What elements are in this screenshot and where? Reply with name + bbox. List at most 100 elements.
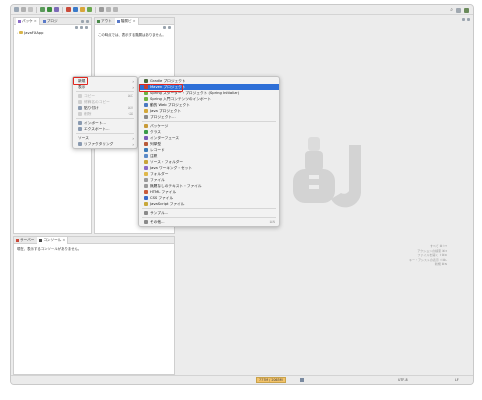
menu-item-label: インポート... <box>84 120 106 125</box>
open-type-icon[interactable] <box>80 7 85 12</box>
menu-item-label: Spring スターター・プロジェクト (Spring Initializr) <box>150 90 240 95</box>
context-menu-item[interactable]: リファクタリング › <box>73 141 137 147</box>
menu-item-icon <box>144 148 148 152</box>
menu-item-label: 表示 <box>78 84 86 89</box>
menu-item-label: 無題なしのテキスト・ファイル <box>150 183 202 188</box>
tab-hierarchy[interactable]: 階層ビ × <box>114 17 139 25</box>
menu-item-icon <box>144 79 148 83</box>
tab-label: プロジ <box>46 18 58 23</box>
new-package-icon[interactable] <box>87 7 92 12</box>
submenu-item[interactable]: その他... ⌘N <box>139 219 279 225</box>
debug-icon[interactable] <box>40 7 45 12</box>
menu-item-label: ソース <box>78 135 89 140</box>
tab-console[interactable]: コンソール × <box>37 236 69 244</box>
outline-tabbar: アウト 階層ビ × <box>95 17 174 25</box>
new-icon[interactable] <box>14 7 19 12</box>
menu-item-icon <box>78 112 82 116</box>
search-icon[interactable] <box>99 7 104 12</box>
menu-item-icon <box>144 136 148 140</box>
minimize-icon[interactable] <box>81 19 84 23</box>
menu-separator <box>142 217 276 218</box>
menu-item-icon <box>144 124 148 128</box>
link-editor-icon[interactable] <box>80 26 83 29</box>
menu-item-icon <box>144 178 148 182</box>
menu-item-label: エクスポート... <box>84 126 110 131</box>
menu-item-shortcut: ⌘N <box>269 220 275 224</box>
view-menu-icon[interactable] <box>163 26 166 29</box>
menu-item-label: 動的 Web プロジェクト <box>150 102 190 107</box>
forward-icon[interactable] <box>113 7 118 12</box>
hint-key: ⇧⌘R <box>439 253 447 258</box>
chevron-right-icon[interactable]: › <box>17 31 18 35</box>
minimize-icon[interactable] <box>168 26 171 29</box>
menu-item-label: 注釈 <box>150 153 158 158</box>
server-icon <box>16 238 19 242</box>
submenu-item[interactable]: サンプル... <box>139 210 279 216</box>
close-icon[interactable]: × <box>34 19 37 23</box>
hint-label: 新規 <box>434 262 441 267</box>
console-tabbar: サーバー コンソール × <box>14 236 174 244</box>
tree-item-project[interactable]: › JavaFXApp <box>14 30 91 35</box>
maximize-icon[interactable] <box>86 19 89 23</box>
package-explorer-tabbar: パッケ × プロジ <box>14 17 91 25</box>
menu-item-icon <box>144 97 148 101</box>
external-tools-icon[interactable] <box>54 7 59 12</box>
perspective-icon[interactable] <box>456 7 461 13</box>
menu-item-label: 修飾名のコピー <box>84 99 110 104</box>
maximize-icon[interactable] <box>467 18 470 21</box>
menu-item-label: その他... <box>150 219 165 224</box>
trash-icon[interactable] <box>300 378 304 382</box>
tab-label: アウト <box>101 18 112 23</box>
line-ending-label[interactable]: LF <box>455 378 459 382</box>
java-perspective-icon[interactable] <box>464 7 469 13</box>
menu-item-icon <box>144 142 148 146</box>
project-explorer-icon <box>42 19 46 23</box>
close-icon[interactable]: × <box>133 19 136 23</box>
submenu-item[interactable]: JavaScript ファイル <box>139 201 279 207</box>
hierarchy-icon <box>116 19 120 23</box>
tab-project-explorer[interactable]: プロジ <box>42 18 58 24</box>
tab-label: パッケ <box>22 18 33 23</box>
stop-icon[interactable] <box>66 7 71 12</box>
new-java-class-icon[interactable] <box>73 7 78 12</box>
menu-item-icon <box>144 160 148 164</box>
chevron-right-icon: › <box>132 84 134 90</box>
hint-label: ファイルを開く <box>417 253 439 258</box>
menu-item-icon <box>144 184 148 188</box>
menu-item-label: サンプル... <box>150 210 169 215</box>
editor-controls <box>177 17 473 22</box>
menu-item-label: 貼り付け <box>84 105 99 110</box>
minimize-icon[interactable] <box>462 18 465 21</box>
chevron-right-icon: › <box>132 78 134 84</box>
save-all-icon[interactable] <box>28 7 33 12</box>
menu-separator <box>76 91 134 92</box>
status-bar: 777M / 2065M UTF-8 LF <box>11 375 473 384</box>
context-menu-item[interactable]: 削除 ⌫ <box>73 111 137 117</box>
view-menu-icon[interactable] <box>85 26 88 29</box>
menu-item-icon <box>144 211 148 215</box>
menu-item-icon <box>144 220 148 224</box>
menu-item-icon <box>78 127 82 131</box>
context-menu-item[interactable]: エクスポート... <box>73 126 137 132</box>
menu-item-label: クラス <box>150 129 161 134</box>
run-icon[interactable] <box>47 7 52 12</box>
menu-item-icon <box>144 130 148 134</box>
menu-item-label: ファイル <box>150 177 165 182</box>
collapse-all-icon[interactable] <box>75 26 78 29</box>
close-icon[interactable]: × <box>62 238 65 242</box>
tab-package-explorer[interactable]: パッケ × <box>16 17 40 25</box>
menu-item-icon <box>144 85 148 89</box>
menu-item-label: フォルダー <box>150 171 169 176</box>
back-icon[interactable] <box>106 7 111 12</box>
submenu-item[interactable]: プロジェクト... <box>139 114 279 120</box>
tab-servers[interactable]: サーバー <box>16 238 34 243</box>
chevron-right-icon: › <box>132 135 134 141</box>
encoding-label[interactable]: UTF-8 <box>398 378 408 382</box>
memory-indicator[interactable]: 777M / 2065M <box>256 377 286 383</box>
tab-outline[interactable]: アウト <box>97 19 112 24</box>
context-menu-item[interactable]: 表示 › <box>73 84 137 90</box>
menu-item-label: コピー <box>84 93 96 98</box>
save-icon[interactable] <box>21 7 26 12</box>
console-message: 現在、表示するコンソールがありません。 <box>17 247 82 251</box>
quick-search-icon[interactable]: ⌕ <box>450 7 453 13</box>
